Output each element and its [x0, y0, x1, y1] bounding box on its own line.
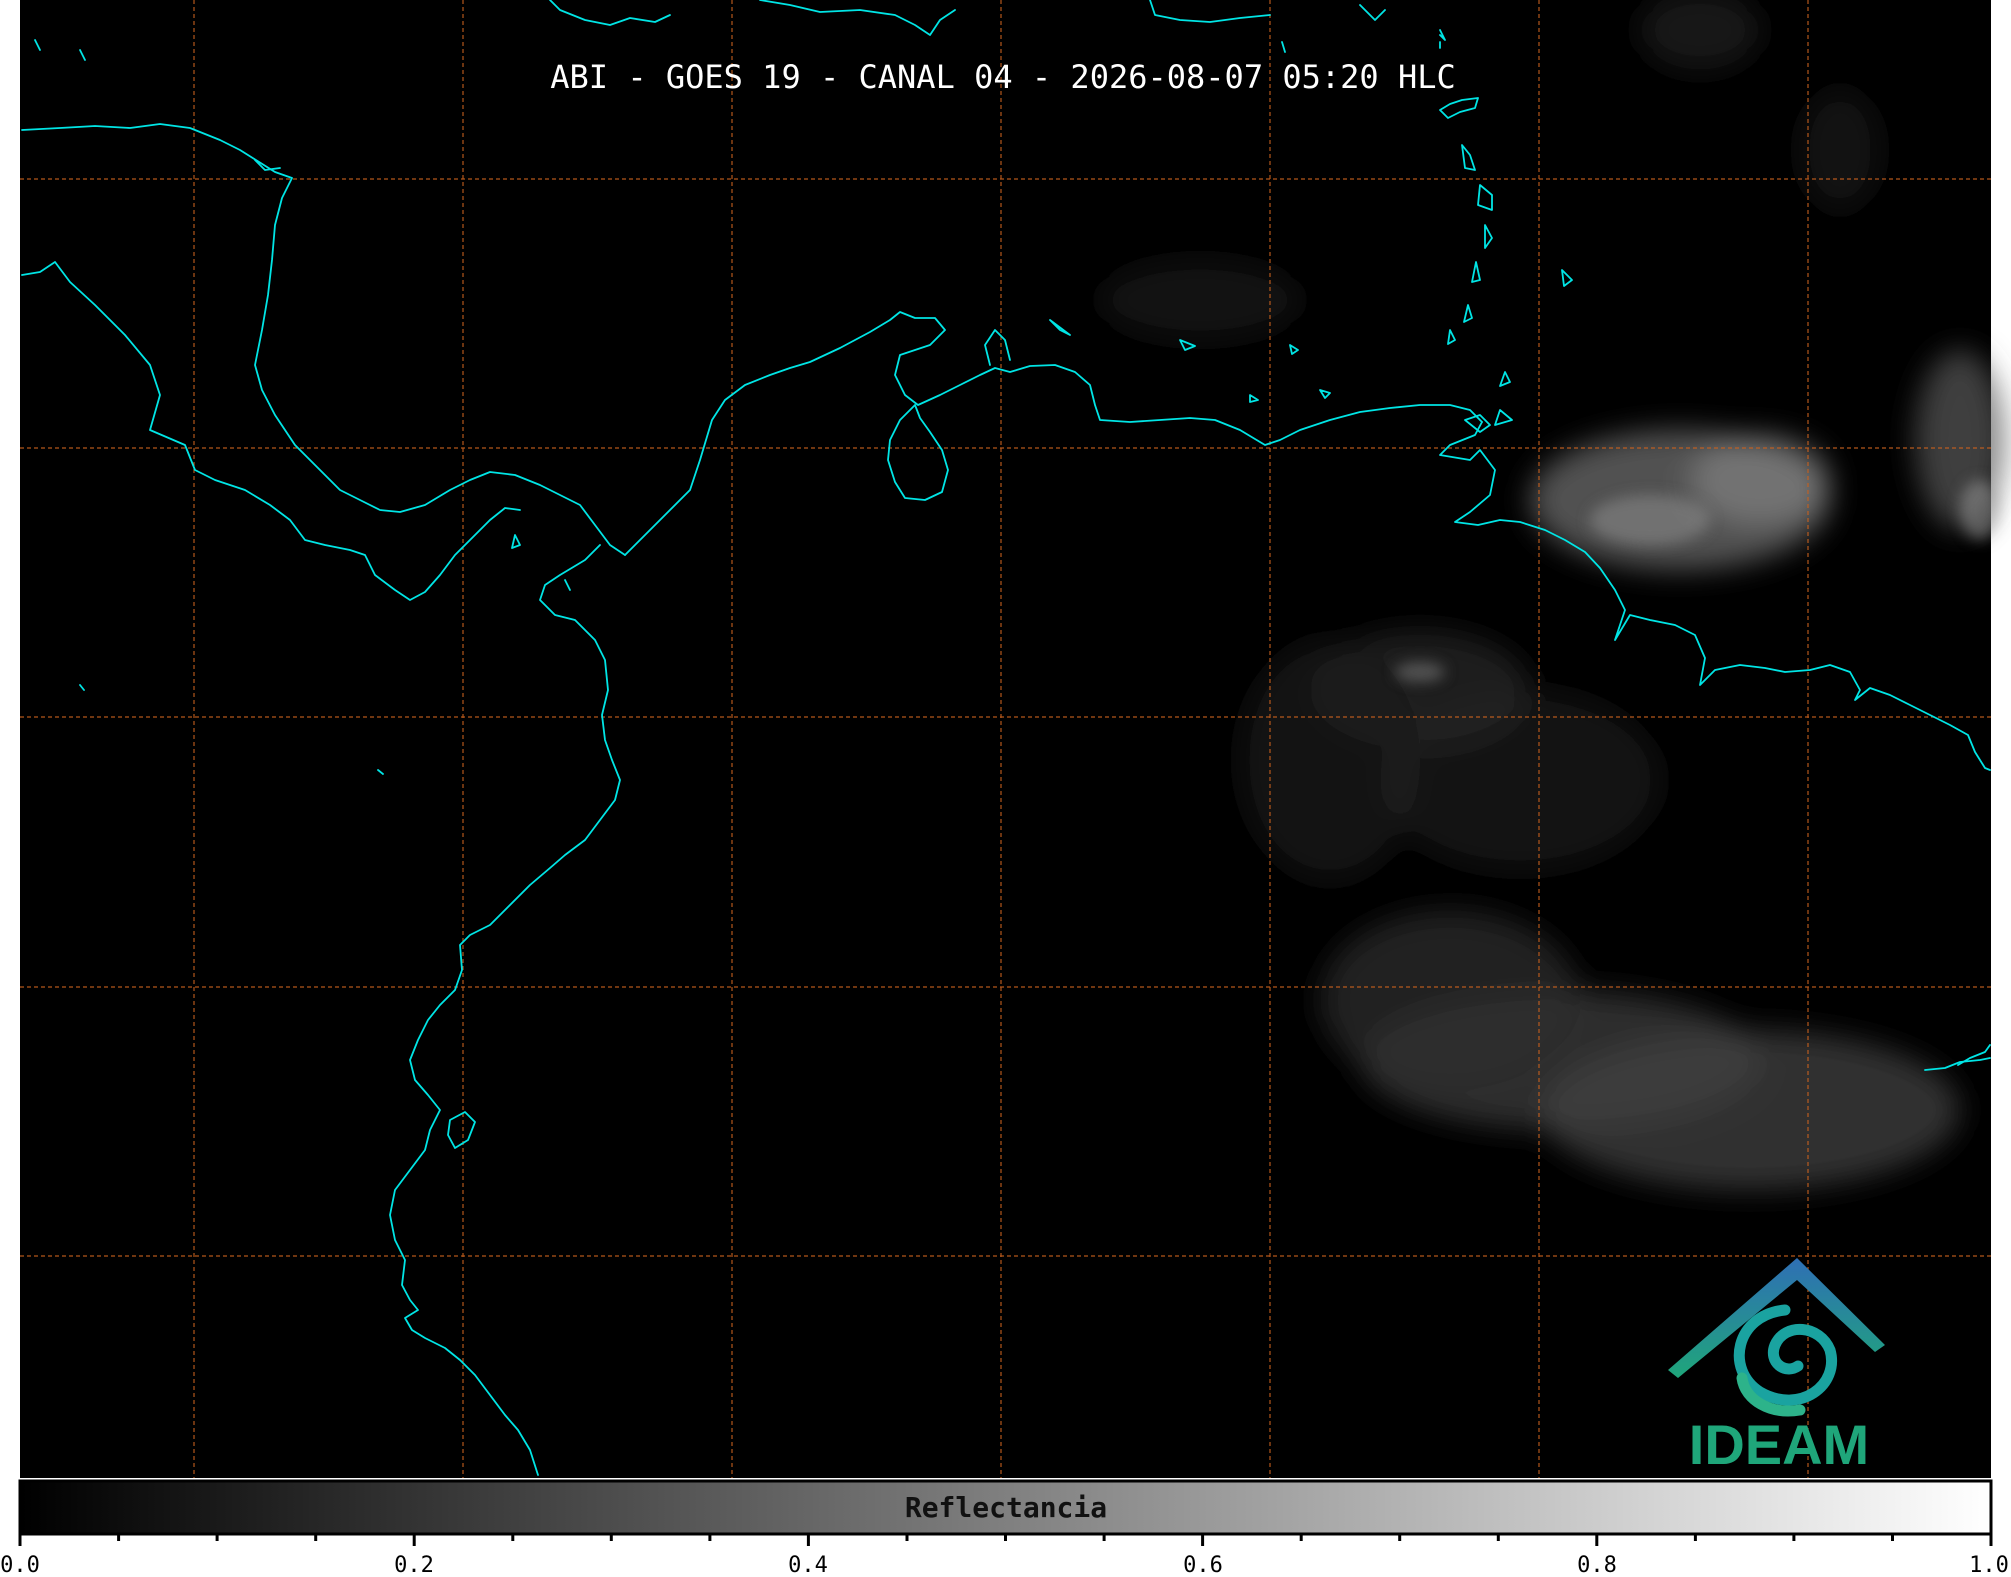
- satellite-map-figure: ABI - GOES 19 - CANAL 04 - 2026-08-07 05…: [0, 0, 2009, 1577]
- colorbar-tick-label: 0.2: [394, 1553, 434, 1577]
- image-title: ABI - GOES 19 - CANAL 04 - 2026-08-07 05…: [550, 58, 1455, 96]
- colorbar-tick-labels: 0.0 0.2 0.4 0.6 0.8 1.0: [0, 1553, 2009, 1577]
- colorbar-tick-label: 0.6: [1183, 1553, 1223, 1577]
- colorbar: Reflectancia 0.0 0.2 0.4 0.6 0.8 1.0: [0, 1479, 2009, 1577]
- colorbar-ticks: [18, 1534, 1993, 1546]
- logo-text: IDEAM: [1689, 1413, 1869, 1476]
- colorbar-tick-label: 1.0: [1969, 1553, 2009, 1577]
- colorbar-tick-label: 0.4: [788, 1553, 828, 1577]
- colorbar-tick-label: 0.0: [0, 1553, 40, 1577]
- colorbar-label: Reflectancia: [905, 1491, 1107, 1524]
- colorbar-tick-label: 0.8: [1577, 1553, 1617, 1577]
